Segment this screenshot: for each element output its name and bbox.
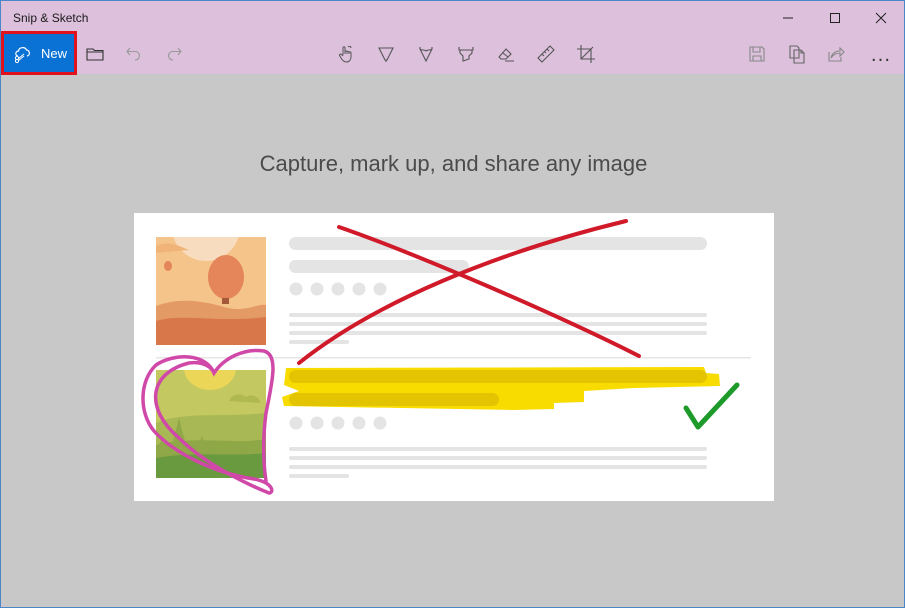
undo-icon bbox=[126, 47, 140, 61]
save-icon bbox=[749, 46, 765, 62]
illustration-graphic bbox=[141, 219, 751, 495]
open-file-button[interactable] bbox=[80, 39, 110, 69]
ruler-button[interactable] bbox=[531, 39, 561, 69]
touch-writing-button[interactable] bbox=[331, 39, 361, 69]
undo-button[interactable] bbox=[119, 39, 149, 69]
ruler-icon bbox=[537, 45, 555, 63]
redo-button[interactable] bbox=[159, 39, 189, 69]
copy-button[interactable] bbox=[782, 39, 812, 69]
title-bar: Snip & Sketch New ... bbox=[1, 1, 904, 75]
eraser-icon bbox=[498, 48, 514, 62]
snip-cloud-icon bbox=[13, 43, 33, 63]
tagline: Capture, mark up, and share any image bbox=[259, 151, 648, 176]
redo-icon bbox=[168, 47, 182, 61]
share-button[interactable] bbox=[821, 39, 851, 69]
snip-and-sketch-window: Snip & Sketch New ... Capture, mark up, … bbox=[0, 0, 905, 608]
maximize-icon bbox=[830, 13, 840, 23]
minimize-icon bbox=[783, 17, 793, 19]
crop-button[interactable] bbox=[571, 39, 601, 69]
ballpoint-pen-icon bbox=[378, 47, 394, 62]
minimize-button[interactable] bbox=[768, 5, 808, 31]
share-icon bbox=[828, 46, 845, 62]
new-snip-button[interactable]: New bbox=[1, 31, 77, 75]
more-options-button[interactable]: ... bbox=[867, 43, 895, 67]
app-title: Snip & Sketch bbox=[13, 11, 89, 25]
save-button[interactable] bbox=[742, 39, 772, 69]
folder-icon bbox=[86, 48, 104, 61]
highlighter-button[interactable] bbox=[451, 39, 481, 69]
pencil-button[interactable] bbox=[411, 39, 441, 69]
section-divider bbox=[156, 357, 751, 359]
crop-icon bbox=[577, 45, 595, 63]
copy-icon bbox=[789, 45, 805, 64]
desert-balloon-image bbox=[156, 237, 266, 345]
eraser-button[interactable] bbox=[491, 39, 521, 69]
pencil-icon bbox=[419, 47, 433, 63]
markup-illustration bbox=[134, 213, 774, 501]
new-button-label: New bbox=[41, 45, 68, 61]
close-icon bbox=[875, 12, 887, 24]
green-checkmark bbox=[683, 382, 740, 430]
ballpoint-pen-button[interactable] bbox=[371, 39, 401, 69]
highlighter-icon bbox=[458, 47, 474, 62]
close-button[interactable] bbox=[861, 5, 901, 31]
maximize-button[interactable] bbox=[815, 5, 855, 31]
touch-writing-icon bbox=[338, 45, 352, 63]
